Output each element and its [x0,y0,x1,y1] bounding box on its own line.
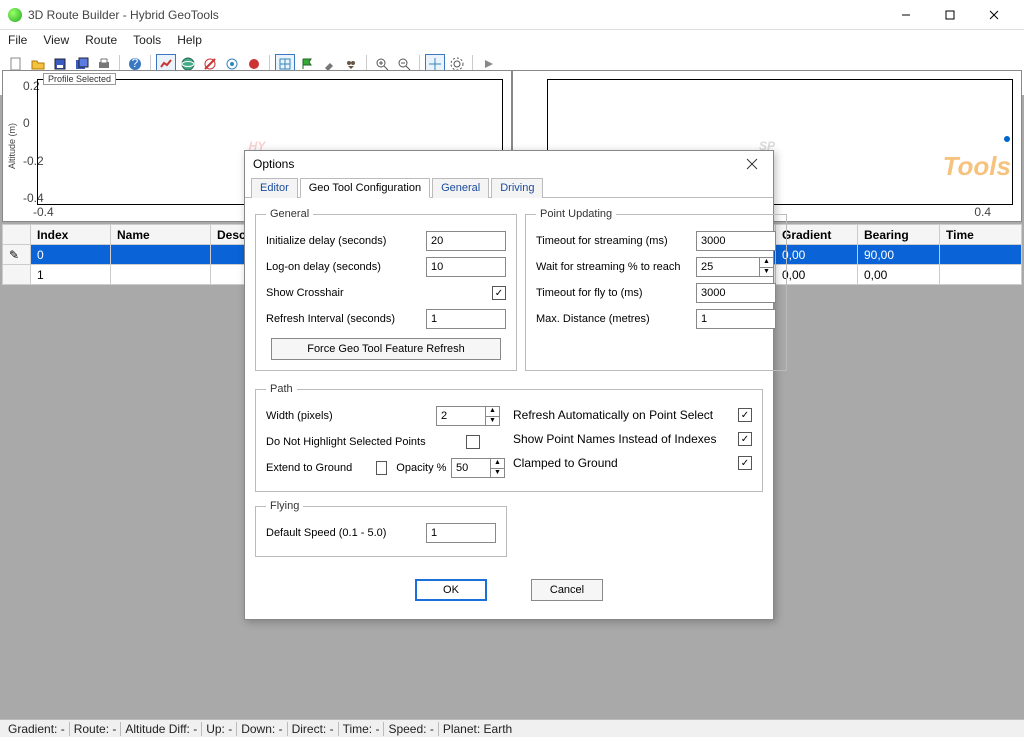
timeout-fly-input[interactable] [696,283,776,303]
menu-tools[interactable]: Tools [133,33,161,47]
status-gradient: Gradient: - [4,722,70,736]
ok-button[interactable]: OK [415,579,487,601]
refresh-interval-input[interactable] [426,309,506,329]
menu-file[interactable]: File [8,33,27,47]
init-delay-input[interactable] [426,231,506,251]
status-time: Time: - [339,722,385,736]
group-point-updating: Point Updating Timeout for streaming (ms… [525,208,787,371]
timeout-stream-input[interactable] [696,231,776,251]
show-names-label: Show Point Names Instead of Indexes [513,432,716,446]
show-crosshair-checkbox[interactable] [492,286,506,300]
row-marker: ✎ [3,245,31,265]
close-button[interactable] [972,1,1016,29]
group-flying: Flying Default Speed (0.1 - 5.0) [255,500,507,557]
dialog-tabs: Editor Geo Tool Configuration General Dr… [245,177,773,198]
opacity-spinner[interactable]: ▲▼ [491,458,505,478]
status-planet: Planet: Earth [439,722,516,736]
row-marker [3,265,31,285]
menu-view[interactable]: View [43,33,69,47]
path-width-spinner[interactable]: ▲▼ [486,406,500,426]
tab-driving[interactable]: Driving [491,178,543,198]
minimize-button[interactable] [884,1,928,29]
show-names-checkbox[interactable] [738,432,752,446]
status-down: Down: - [237,722,287,736]
col-index[interactable]: Index [31,225,111,245]
tab-general[interactable]: General [432,178,489,198]
default-speed-input[interactable] [426,523,496,543]
col-time[interactable]: Time [940,225,1022,245]
status-route: Route: - [70,722,122,736]
status-up: Up: - [202,722,237,736]
dialog-close-button[interactable] [739,153,765,175]
show-crosshair-label: Show Crosshair [266,287,426,299]
timeout-stream-label: Timeout for streaming (ms) [536,235,696,247]
logon-delay-input[interactable] [426,257,506,277]
wait-pct-label: Wait for streaming % to reach [536,261,696,273]
menubar: File View Route Tools Help [0,30,1024,50]
statusbar: Gradient: - Route: - Altitude Diff: - Up… [0,719,1024,737]
col-bearing[interactable]: Bearing [858,225,940,245]
y-axis-label: Altitude (m) [7,123,17,169]
path-width-label: Width (pixels) [266,410,436,422]
chart-legend: Profile Selected [43,73,116,85]
tab-geo-tool-config[interactable]: Geo Tool Configuration [300,178,430,198]
dialog-titlebar[interactable]: Options [245,151,773,177]
status-altdiff: Altitude Diff: - [121,722,202,736]
dialog-title: Options [253,157,739,171]
wait-pct-spinner[interactable]: ▲▼ [760,257,774,277]
group-general: General Initialize delay (seconds) Log-o… [255,208,517,371]
status-speed: Speed: - [384,722,438,736]
extend-ground-checkbox[interactable] [376,461,387,475]
init-delay-label: Initialize delay (seconds) [266,235,426,247]
logon-delay-label: Log-on delay (seconds) [266,261,426,273]
refresh-interval-label: Refresh Interval (seconds) [266,313,426,325]
tab-editor[interactable]: Editor [251,178,298,198]
window-title: 3D Route Builder - Hybrid GeoTools [28,8,884,22]
opacity-label: Opacity % [396,462,446,474]
opacity-input[interactable] [451,458,491,478]
clamped-label: Clamped to Ground [513,456,618,470]
titlebar: 3D Route Builder - Hybrid GeoTools [0,0,1024,30]
no-highlight-checkbox[interactable] [466,435,480,449]
col-gradient[interactable]: Gradient [776,225,858,245]
no-highlight-label: Do Not Highlight Selected Points [266,436,466,448]
menu-route[interactable]: Route [85,33,117,47]
options-dialog: Options Editor Geo Tool Configuration Ge… [244,150,774,620]
point-marker [1004,136,1010,142]
status-direct: Direct: - [288,722,339,736]
max-dist-input[interactable] [696,309,776,329]
app-icon [8,8,22,22]
extend-ground-label: Extend to Ground [266,462,376,474]
force-refresh-button[interactable]: Force Geo Tool Feature Refresh [271,338,501,360]
timeout-fly-label: Timeout for fly to (ms) [536,287,696,299]
col-marker[interactable] [3,225,31,245]
refresh-auto-label: Refresh Automatically on Point Select [513,408,713,422]
group-path: Path Width (pixels) ▲▼ Do Not Highlight … [255,383,763,492]
wait-pct-input[interactable] [696,257,760,277]
watermark-sub: Tools [943,151,1011,182]
refresh-auto-checkbox[interactable] [738,408,752,422]
svg-text:?: ? [132,57,139,70]
path-width-input[interactable] [436,406,486,426]
col-name[interactable]: Name [111,225,211,245]
maximize-button[interactable] [928,1,972,29]
menu-help[interactable]: Help [177,33,202,47]
default-speed-label: Default Speed (0.1 - 5.0) [266,527,426,539]
cancel-button[interactable]: Cancel [531,579,603,601]
max-dist-label: Max. Distance (metres) [536,313,696,325]
clamped-checkbox[interactable] [738,456,752,470]
